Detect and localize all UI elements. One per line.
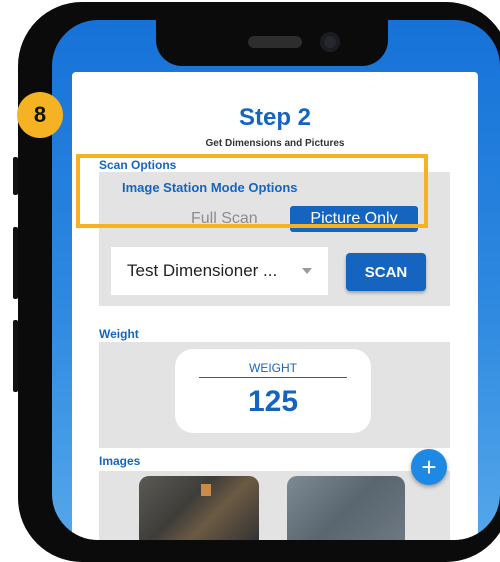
mute-switch: [13, 157, 18, 195]
add-image-button[interactable]: +: [411, 449, 447, 485]
volume-down-button: [13, 320, 18, 392]
weight-divider: [199, 377, 347, 378]
image-thumbnail-detail: [201, 484, 211, 496]
image-thumbnail[interactable]: [139, 476, 259, 540]
phone-frame: Step 2 Get Dimensions and Pictures Scan …: [13, 2, 500, 562]
weight-card: WEIGHT 125: [175, 349, 371, 433]
camera-icon: [320, 32, 340, 52]
weight-label: Weight: [99, 327, 139, 341]
image-thumbnail[interactable]: [287, 476, 405, 540]
dimensioner-value: Test Dimensioner ...: [127, 261, 278, 280]
callout-badge: 8: [17, 92, 63, 138]
phone-screen: Step 2 Get Dimensions and Pictures Scan …: [52, 20, 500, 540]
chevron-down-icon: [302, 268, 312, 274]
weight-value: 125: [247, 385, 299, 418]
weight-card-label: WEIGHT: [249, 361, 297, 375]
dimensioner-dropdown[interactable]: Test Dimensioner ...: [111, 247, 328, 295]
speaker-icon: [248, 36, 302, 48]
highlight-box: [76, 154, 428, 228]
plus-icon: +: [421, 451, 437, 482]
images-label: Images: [99, 454, 141, 468]
volume-up-button: [13, 227, 18, 299]
step-subtitle: Get Dimensions and Pictures: [205, 138, 345, 149]
step-card: Step 2 Get Dimensions and Pictures Scan …: [72, 72, 478, 540]
step-title: Step 2: [238, 104, 312, 131]
scan-button[interactable]: SCAN: [346, 253, 426, 291]
notch: [156, 20, 388, 66]
